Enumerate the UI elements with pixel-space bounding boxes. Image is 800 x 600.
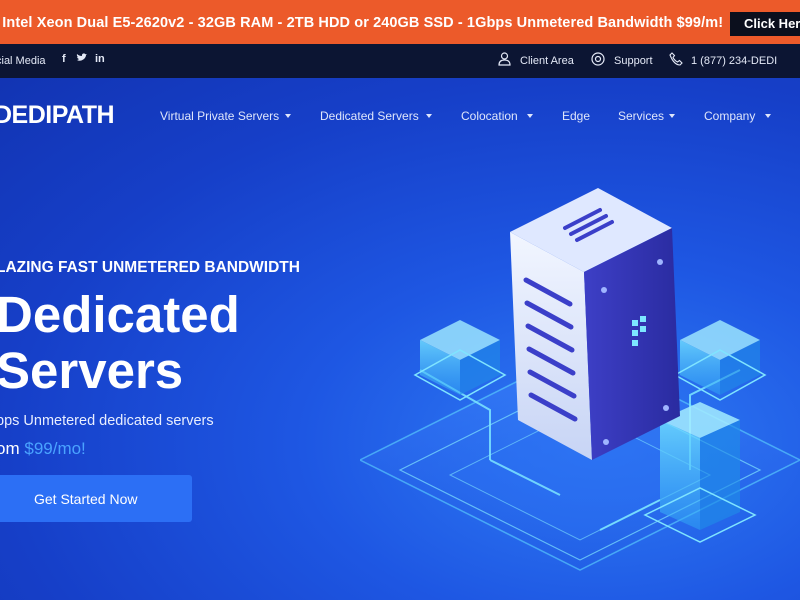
hero-eyebrow: LAZING FAST UNMETERED BANDWIDTH [0,259,300,276]
nav-edge[interactable]: Edge [562,109,590,123]
social-media-label: cial Media [0,55,46,67]
chevron-down-icon [765,114,771,118]
chevron-down-icon [426,114,432,118]
price-prefix: om [0,439,20,458]
client-area-link[interactable]: Client Area [520,55,574,67]
hero-title-line-1: Dedicated [0,286,240,343]
support-link[interactable]: Support [614,55,653,67]
price-value: $99/mo! [24,439,86,458]
promo-bar: l Intel Xeon Dual E5-2620v2 - 32GB RAM -… [0,0,800,44]
chevron-down-icon [669,114,675,118]
server-illustration [360,188,800,571]
left-cube [413,320,507,401]
dedipath-logo[interactable]: DEDIPATH [0,101,115,130]
user-icon [498,52,511,69]
nav-dedicated-servers[interactable]: Dedicated Servers [320,109,419,123]
nav-colocation[interactable]: Colocation [461,109,518,123]
lifebuoy-icon [591,52,605,69]
hero-subtitle: bps Unmetered dedicated servers [0,413,214,429]
twitter-icon[interactable] [76,53,87,66]
server-tower-icon [510,188,680,460]
hero-title-line-2: Servers [0,342,184,399]
hero-title: Dedicated Servers [0,287,240,399]
chevron-down-icon [527,114,533,118]
hero-price-line: om $99/mo! [0,439,86,459]
chevron-down-icon [285,114,291,118]
promo-click-here-button[interactable]: Click Here [730,12,800,36]
right-cube [673,320,767,401]
facebook-icon[interactable]: f [62,53,66,65]
nav-company[interactable]: Company [704,109,755,123]
get-started-button[interactable]: Get Started Now [0,475,192,522]
nav-virtual-private-servers[interactable]: Virtual Private Servers [160,109,279,123]
phone-icon [669,52,683,69]
promo-text: l Intel Xeon Dual E5-2620v2 - 32GB RAM -… [0,15,724,31]
nav-services[interactable]: Services [618,109,664,123]
utility-bar: cial Media f in Client Area Support 1 (8… [0,44,800,78]
linkedin-icon[interactable]: in [95,53,105,65]
phone-link[interactable]: 1 (877) 234-DEDI [691,55,777,67]
